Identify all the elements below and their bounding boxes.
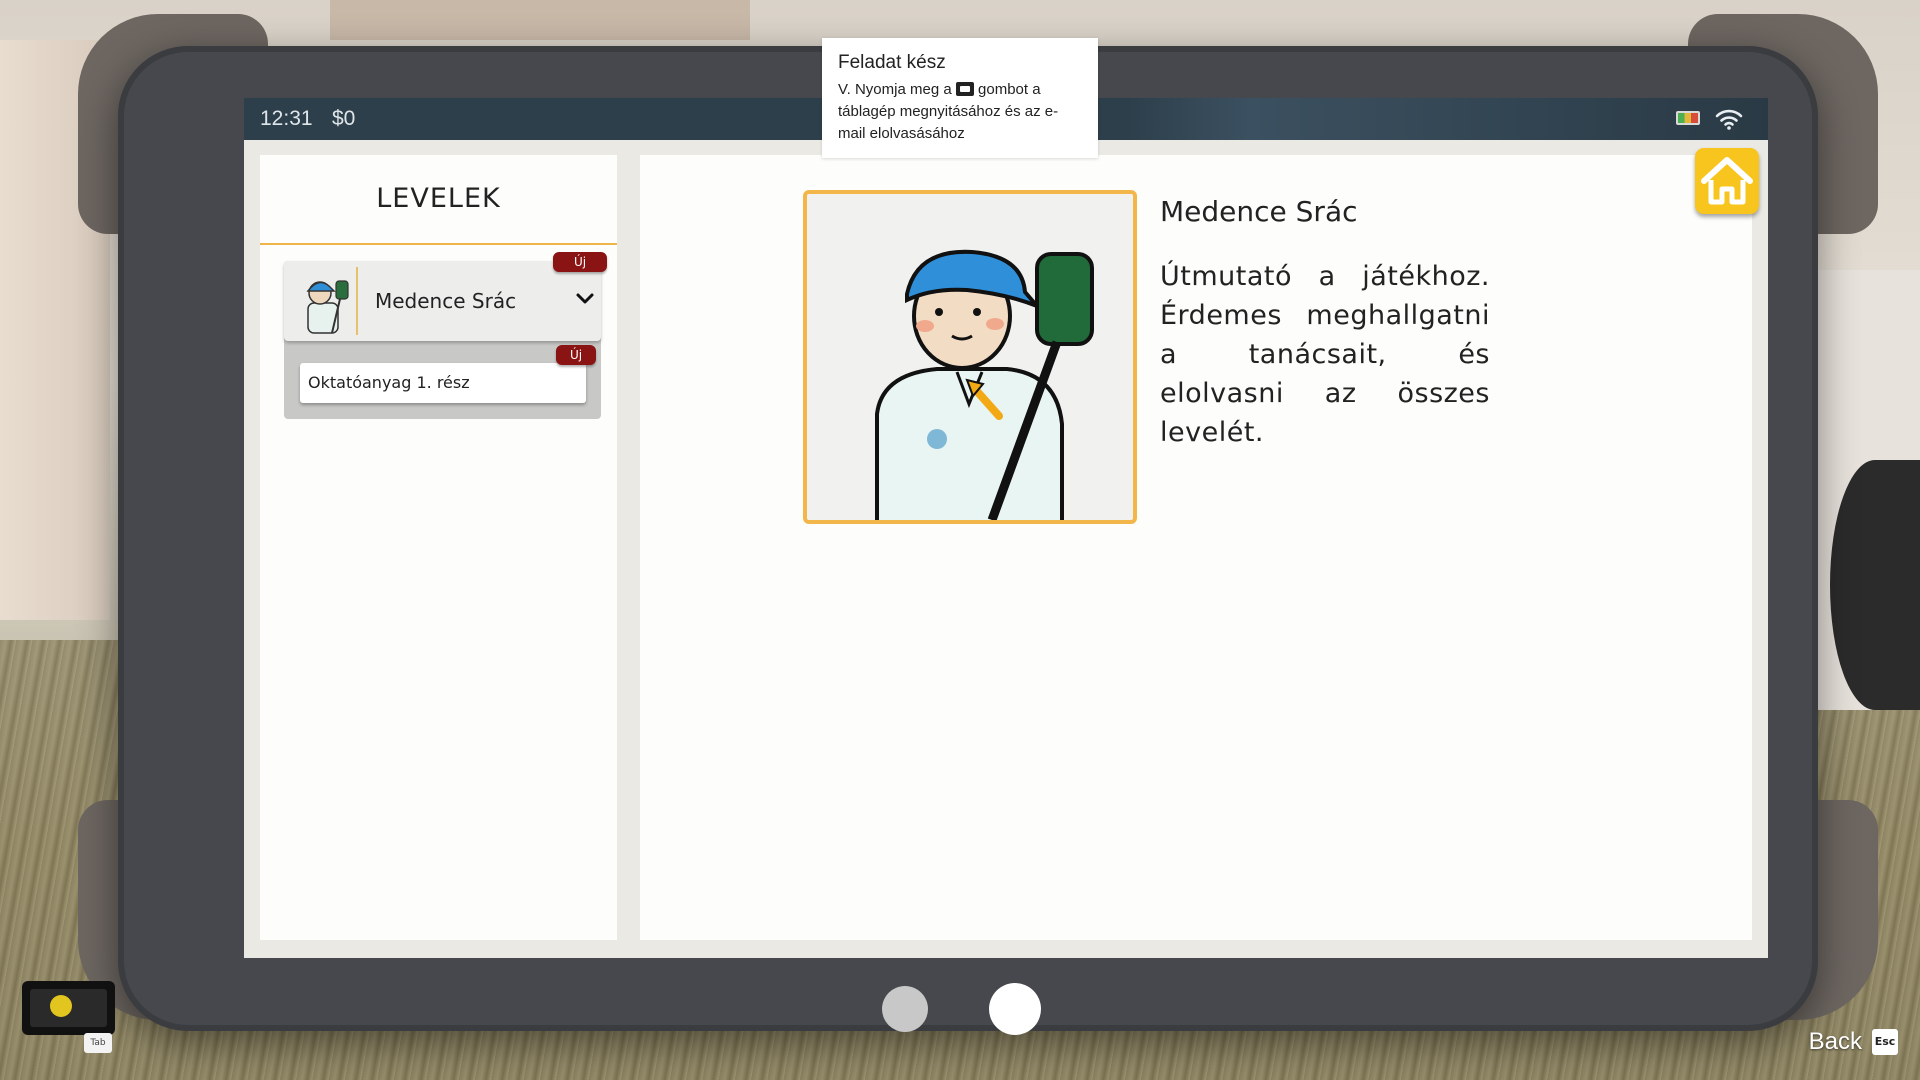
- wifi-icon: [1715, 109, 1743, 130]
- notification-text: V. Nyomja meg a gombot a táblagép megnyi…: [838, 79, 1082, 145]
- money-display: $0: [332, 107, 356, 130]
- mail-list-title: LEVELEK: [376, 183, 501, 214]
- detail-sender-name: Medence Srác: [1160, 195, 1358, 228]
- sender-portrait: [803, 190, 1137, 524]
- background-building: [330, 0, 750, 40]
- sender-group: Medence Srác Új Oktatóanyag 1. rész Új: [284, 252, 607, 419]
- chevron-down-icon[interactable]: [573, 287, 597, 311]
- clock: 12:31: [260, 107, 313, 130]
- tablet-toggle-widget[interactable]: [22, 981, 115, 1035]
- sender-name: Medence Srác: [375, 289, 517, 313]
- background-wheel: [1830, 460, 1920, 710]
- new-badge: Új: [556, 345, 596, 365]
- back-button[interactable]: Back Esc: [1809, 1024, 1898, 1060]
- duck-icon: [50, 995, 72, 1017]
- home-button[interactable]: [1695, 148, 1759, 214]
- esc-key-hint: Esc: [1872, 1029, 1898, 1055]
- back-label: Back: [1808, 1028, 1862, 1055]
- task-notification: Feladat kész V. Nyomja meg a gombot a tá…: [822, 38, 1098, 158]
- home-icon: [1701, 157, 1753, 205]
- page-dot-active[interactable]: [989, 983, 1041, 1035]
- notification-text-part: V. Nyomja meg a: [838, 81, 952, 98]
- mail-list-panel: LEVELEK Medence Srác Új Oktatóanyag 1. r…: [260, 155, 617, 940]
- tablet-key-icon: [955, 82, 974, 96]
- sender-row[interactable]: Medence Srác: [284, 261, 601, 341]
- mail-detail-panel: Medence Srác Útmutató a játékhoz. Érdeme…: [640, 155, 1752, 940]
- mail-item[interactable]: Oktatóanyag 1. rész: [300, 363, 586, 403]
- divider: [260, 243, 617, 245]
- new-badge: Új: [553, 252, 607, 272]
- page-dot[interactable]: [882, 986, 928, 1032]
- tab-key-hint: Tab: [84, 1033, 112, 1053]
- sender-avatar: [290, 267, 358, 335]
- mail-subject: Oktatóanyag 1. rész: [308, 373, 470, 392]
- notification-title: Feladat kész: [838, 52, 946, 73]
- mail-body: Útmutató a játékhoz. Érdemes meghallgatn…: [1160, 261, 1490, 448]
- battery-icon: [1676, 111, 1700, 125]
- tablet-screen: 12:31 $0 LEVELEK Medence Srác Új Oktatóa…: [244, 98, 1768, 958]
